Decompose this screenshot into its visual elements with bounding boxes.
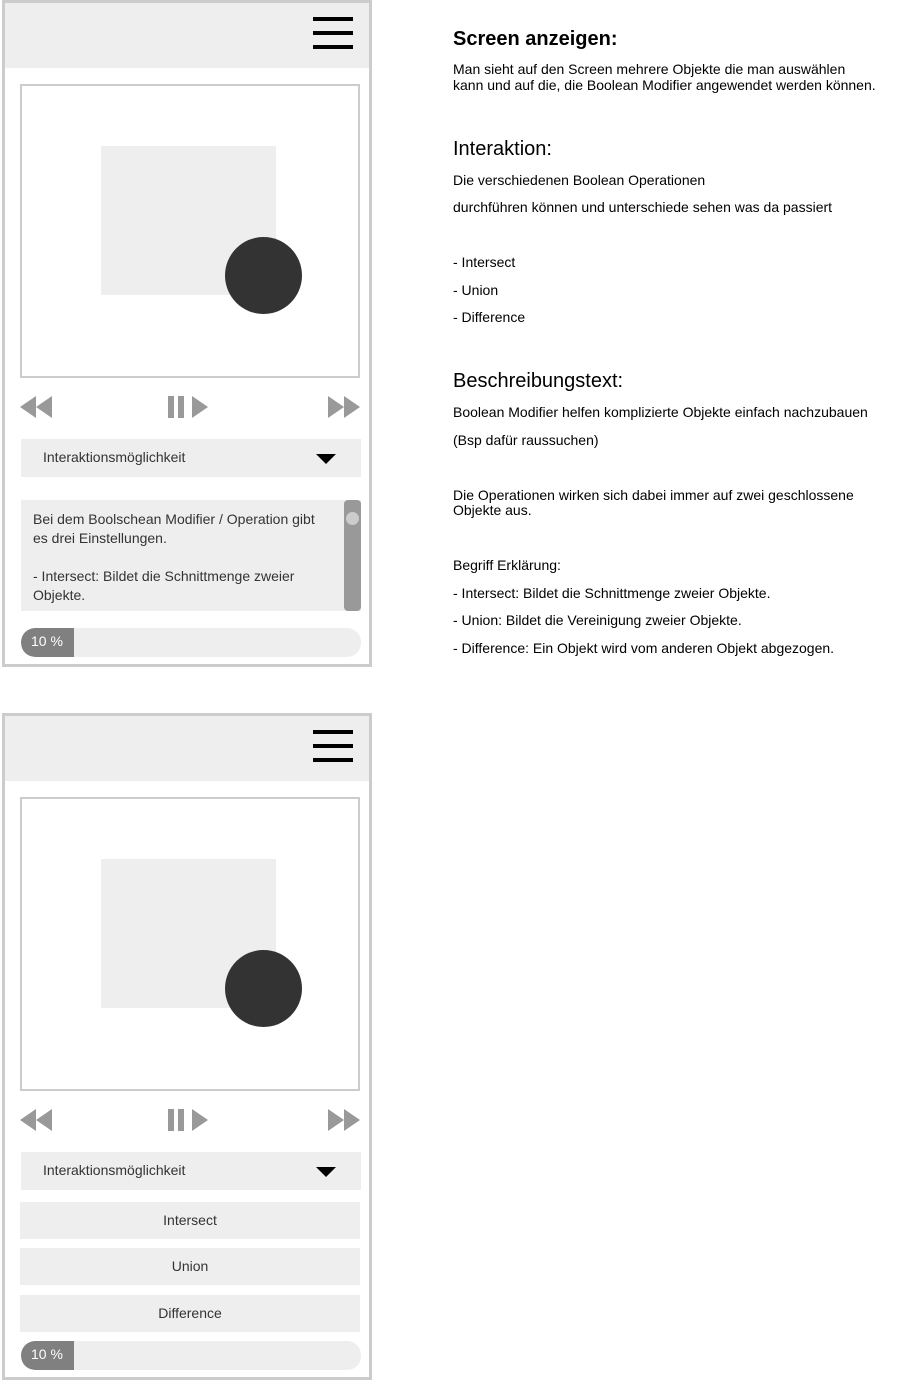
list-item: - Intersect [453,254,516,270]
note-text: durchführen können und unterschiede sehe… [453,199,833,215]
terms-title: Begriff Erklärung: [453,557,561,573]
caret-down-icon [316,454,336,464]
interaction-dropdown[interactable]: Interaktionsmöglichkeit [21,439,361,477]
progress-label: 10 % [31,1346,63,1362]
play-pause-icon[interactable] [168,1109,208,1131]
note-text: Boolean Modifier helfen komplizierte Obj… [453,404,868,420]
rewind-icon[interactable] [20,396,52,418]
description-textbox[interactable]: Bei dem Boolschean Modifier / Operation … [21,500,361,611]
note-text: (Bsp dafür raussuchen) [453,432,599,448]
top-bar [5,3,369,68]
interaction-dropdown[interactable]: Interaktionsmöglichkeit [21,1152,361,1190]
caret-down-icon [316,1167,336,1177]
note-text: Man sieht auf den Screen mehrere Objekte… [453,61,846,77]
note-text: Die Operationen wirken sich dabei immer … [453,487,854,503]
dropdown-label: Interaktionsmöglichkeit [43,449,186,465]
progress-bar: 10 % [21,1341,361,1370]
option-difference-button[interactable]: Difference [20,1295,360,1332]
phone-screen-2: Interaktionsmöglichkeit Intersect Union … [2,713,372,1380]
term-item: - Difference: Ein Objekt wird vom andere… [453,640,835,656]
note-text: Objekte aus. [453,502,532,518]
phone-screen-1: Interaktionsmöglichkeit Bei dem Boolsche… [2,0,372,667]
progress-label: 10 % [31,633,63,649]
section-title-description: Beschreibungstext: [453,370,624,392]
section-title-interaction: Interaktion: [453,138,552,160]
description-text: Bei dem Boolschean Modifier / Operation … [33,511,315,603]
scrollbar-thumb[interactable] [346,512,359,525]
option-intersect-button[interactable]: Intersect [20,1202,360,1239]
hamburger-menu-icon[interactable] [313,17,353,49]
progress-bar: 10 % [21,628,361,657]
section-title-screen: Screen anzeigen: [453,28,618,50]
3d-viewport[interactable] [20,797,360,1091]
fast-forward-icon[interactable] [328,396,360,418]
hamburger-menu-icon[interactable] [313,730,353,762]
play-pause-icon[interactable] [168,396,208,418]
rewind-icon[interactable] [20,1109,52,1131]
playback-controls [20,396,360,418]
fast-forward-icon[interactable] [328,1109,360,1131]
note-text: Die verschiedenen Boolean Operationen [453,172,706,188]
playback-controls [20,1109,360,1131]
list-item: - Union [453,282,499,298]
sphere-object[interactable] [225,237,302,314]
list-item: - Difference [453,309,526,325]
3d-viewport[interactable] [20,84,360,378]
term-item: - Intersect: Bildet die Schnittmenge zwe… [453,585,771,601]
dropdown-label: Interaktionsmöglichkeit [43,1162,186,1178]
term-item: - Union: Bildet die Vereinigung zweier O… [453,612,742,628]
option-union-button[interactable]: Union [20,1248,360,1285]
scrollbar[interactable] [344,500,361,611]
sphere-object[interactable] [225,950,302,1027]
top-bar [5,716,369,781]
note-text: kann und auf die, die Boolean Modifier a… [453,77,876,93]
